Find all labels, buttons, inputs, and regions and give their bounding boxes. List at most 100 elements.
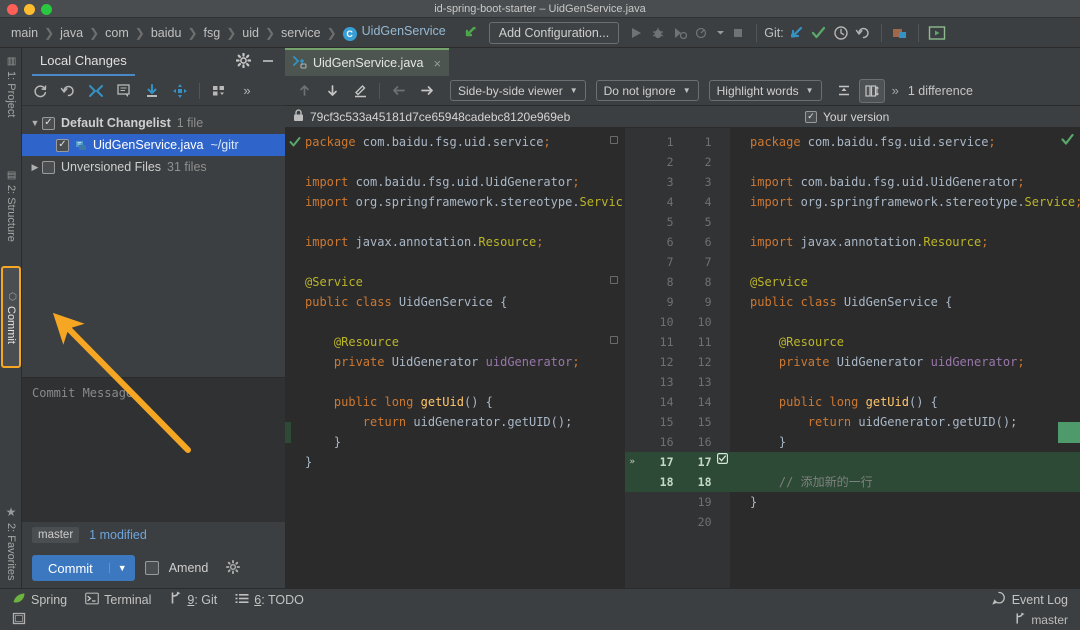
breadcrumb-uid[interactable]: uid <box>237 26 264 40</box>
tree-row-unversioned-files[interactable]: ▶ Unversioned Files 31 files <box>22 156 285 178</box>
edit-icon[interactable] <box>347 79 373 103</box>
bottom-item-todo[interactable]: 6: TODO <box>235 592 304 608</box>
move-to-changelist-icon[interactable] <box>167 79 193 103</box>
lock-icon <box>293 109 304 125</box>
jump-to-source-icon[interactable] <box>459 22 481 44</box>
breadcrumb-service[interactable]: service <box>276 26 326 40</box>
zoom-window-button[interactable] <box>41 4 52 15</box>
tab-uidgenservice[interactable]: UidGenService.java × <box>285 48 449 76</box>
profile-icon[interactable] <box>691 22 713 44</box>
highlight-mode-select[interactable]: Highlight words ▼ <box>709 80 822 101</box>
bottom-item-git[interactable]: 9: Git <box>169 591 217 608</box>
apply-right-icon[interactable] <box>414 79 440 103</box>
fold-marker-icon[interactable] <box>610 136 618 144</box>
modified-count-label[interactable]: 1 modified <box>89 528 147 542</box>
changelist-checkbox[interactable]: ✓ <box>42 117 55 130</box>
git-update-project-icon[interactable] <box>786 22 808 44</box>
code-line <box>730 212 1080 232</box>
your-version-checkbox[interactable]: ✓ <box>805 111 817 123</box>
rollback-icon[interactable] <box>55 79 81 103</box>
sidebar-item-commit[interactable]: ⎔ Commit <box>1 266 21 368</box>
file-checkbox[interactable]: ✓ <box>56 139 69 152</box>
ignore-mode-select[interactable]: Do not ignore ▼ <box>596 80 699 101</box>
right-line-number: 7 <box>678 252 716 272</box>
sidebar-item-project[interactable]: ▤ 1: Project <box>0 52 22 121</box>
bottom-item-terminal[interactable]: Terminal <box>85 592 151 608</box>
project-icon: ▤ <box>6 56 17 67</box>
code-line <box>285 252 625 272</box>
tab-local-changes[interactable]: Local Changes <box>32 48 135 76</box>
shelve-icon[interactable] <box>83 79 109 103</box>
prev-difference-icon[interactable] <box>291 79 317 103</box>
preview-icon[interactable] <box>926 22 948 44</box>
status-bar-branch[interactable]: master <box>1014 612 1068 628</box>
commit-button[interactable]: Commit ▼ <box>32 555 135 581</box>
collapse-triangle-icon[interactable]: ▶ <box>28 162 42 173</box>
window-controls[interactable] <box>7 4 52 15</box>
right-line-number: 11 <box>678 332 716 352</box>
close-window-button[interactable] <box>7 4 18 15</box>
stop-icon[interactable] <box>727 22 749 44</box>
breadcrumb-class[interactable]: CUidGenService <box>338 24 451 41</box>
more-toolbar-icon[interactable]: » <box>892 83 899 98</box>
fold-marker-icon[interactable] <box>610 276 618 284</box>
code-line: private UidGenerator uidGenerator; <box>285 352 625 372</box>
breadcrumb-baidu[interactable]: baidu <box>146 26 187 40</box>
commit-message-input[interactable]: Commit Message <box>22 377 285 522</box>
chevron-down-icon[interactable] <box>713 22 727 44</box>
viewer-mode-select[interactable]: Side-by-side viewer ▼ <box>450 80 586 101</box>
unversioned-count: 31 files <box>167 160 207 174</box>
diff-icon[interactable] <box>111 79 137 103</box>
java-file-icon <box>75 139 88 152</box>
get-from-vcs-icon[interactable] <box>139 79 165 103</box>
right-line-number: 14 <box>678 392 716 412</box>
collapse-unchanged-icon[interactable] <box>831 79 857 103</box>
gear-icon[interactable] <box>236 53 251 71</box>
commit-dropdown-arrow-icon[interactable]: ▼ <box>109 563 135 573</box>
amend-checkbox[interactable] <box>145 561 159 575</box>
refresh-icon[interactable] <box>27 79 53 103</box>
left-line-number: 16 <box>639 432 677 452</box>
tree-row-default-changelist[interactable]: ▼ ✓ Default Changelist 1 file <box>22 112 285 134</box>
diff-header-left: 79cf3c533a45181d7ce65948cadebc8120e969eb <box>285 109 625 125</box>
spring-leaf-icon <box>12 591 26 608</box>
expand-triangle-icon[interactable]: ▼ <box>28 118 42 128</box>
left-fold-gutter[interactable] <box>609 128 619 588</box>
close-icon[interactable]: × <box>433 56 441 71</box>
class-name-label: UidGenService <box>362 24 446 38</box>
breadcrumb-fsg[interactable]: fsg <box>199 26 226 40</box>
minimize-icon[interactable] <box>261 54 275 71</box>
show-diff-panel-icon[interactable] <box>859 79 885 103</box>
git-history-icon[interactable] <box>830 22 852 44</box>
breadcrumb-com[interactable]: com <box>100 26 134 40</box>
minimize-window-button[interactable] <box>24 4 35 15</box>
right-line-number: 17 <box>678 452 716 472</box>
run-icon[interactable] <box>625 22 647 44</box>
more-icon[interactable]: » <box>234 79 260 103</box>
accept-change-checkbox[interactable] <box>716 452 730 472</box>
run-configuration-selector[interactable]: Add Configuration... <box>489 22 620 44</box>
sidebar-item-structure[interactable]: ▥ 2: Structure <box>0 166 22 246</box>
apply-left-icon[interactable] <box>386 79 412 103</box>
sidebar-item-favorites[interactable]: ★ 2: Favorites <box>0 501 22 584</box>
commit-settings-gear-icon[interactable] <box>226 560 240 577</box>
build-icon[interactable] <box>889 22 911 44</box>
git-rollback-icon[interactable] <box>852 22 874 44</box>
diff-pane-left[interactable]: package com.baidu.fsg.uid.service; impor… <box>285 128 625 588</box>
fold-marker-icon[interactable] <box>610 336 618 344</box>
right-status-check-icon <box>1061 133 1074 149</box>
breadcrumb-main[interactable]: main <box>6 26 43 40</box>
bottom-item-spring[interactable]: Spring <box>12 591 67 608</box>
breadcrumb-java[interactable]: java <box>55 26 88 40</box>
next-difference-icon[interactable] <box>319 79 345 103</box>
debug-icon[interactable] <box>647 22 669 44</box>
event-log-label[interactable]: Event Log <box>1012 593 1068 607</box>
layout-icon[interactable] <box>12 611 27 629</box>
group-by-icon[interactable] <box>206 79 232 103</box>
git-commit-icon[interactable] <box>808 22 830 44</box>
left-line-number: 5 <box>639 212 677 232</box>
tree-row-file[interactable]: ✓ UidGenService.java ~/gitr <box>22 134 285 156</box>
run-with-coverage-icon[interactable] <box>669 22 691 44</box>
unversioned-checkbox[interactable] <box>42 161 55 174</box>
diff-pane-right[interactable]: package com.baidu.fsg.uid.service; impor… <box>730 128 1080 588</box>
